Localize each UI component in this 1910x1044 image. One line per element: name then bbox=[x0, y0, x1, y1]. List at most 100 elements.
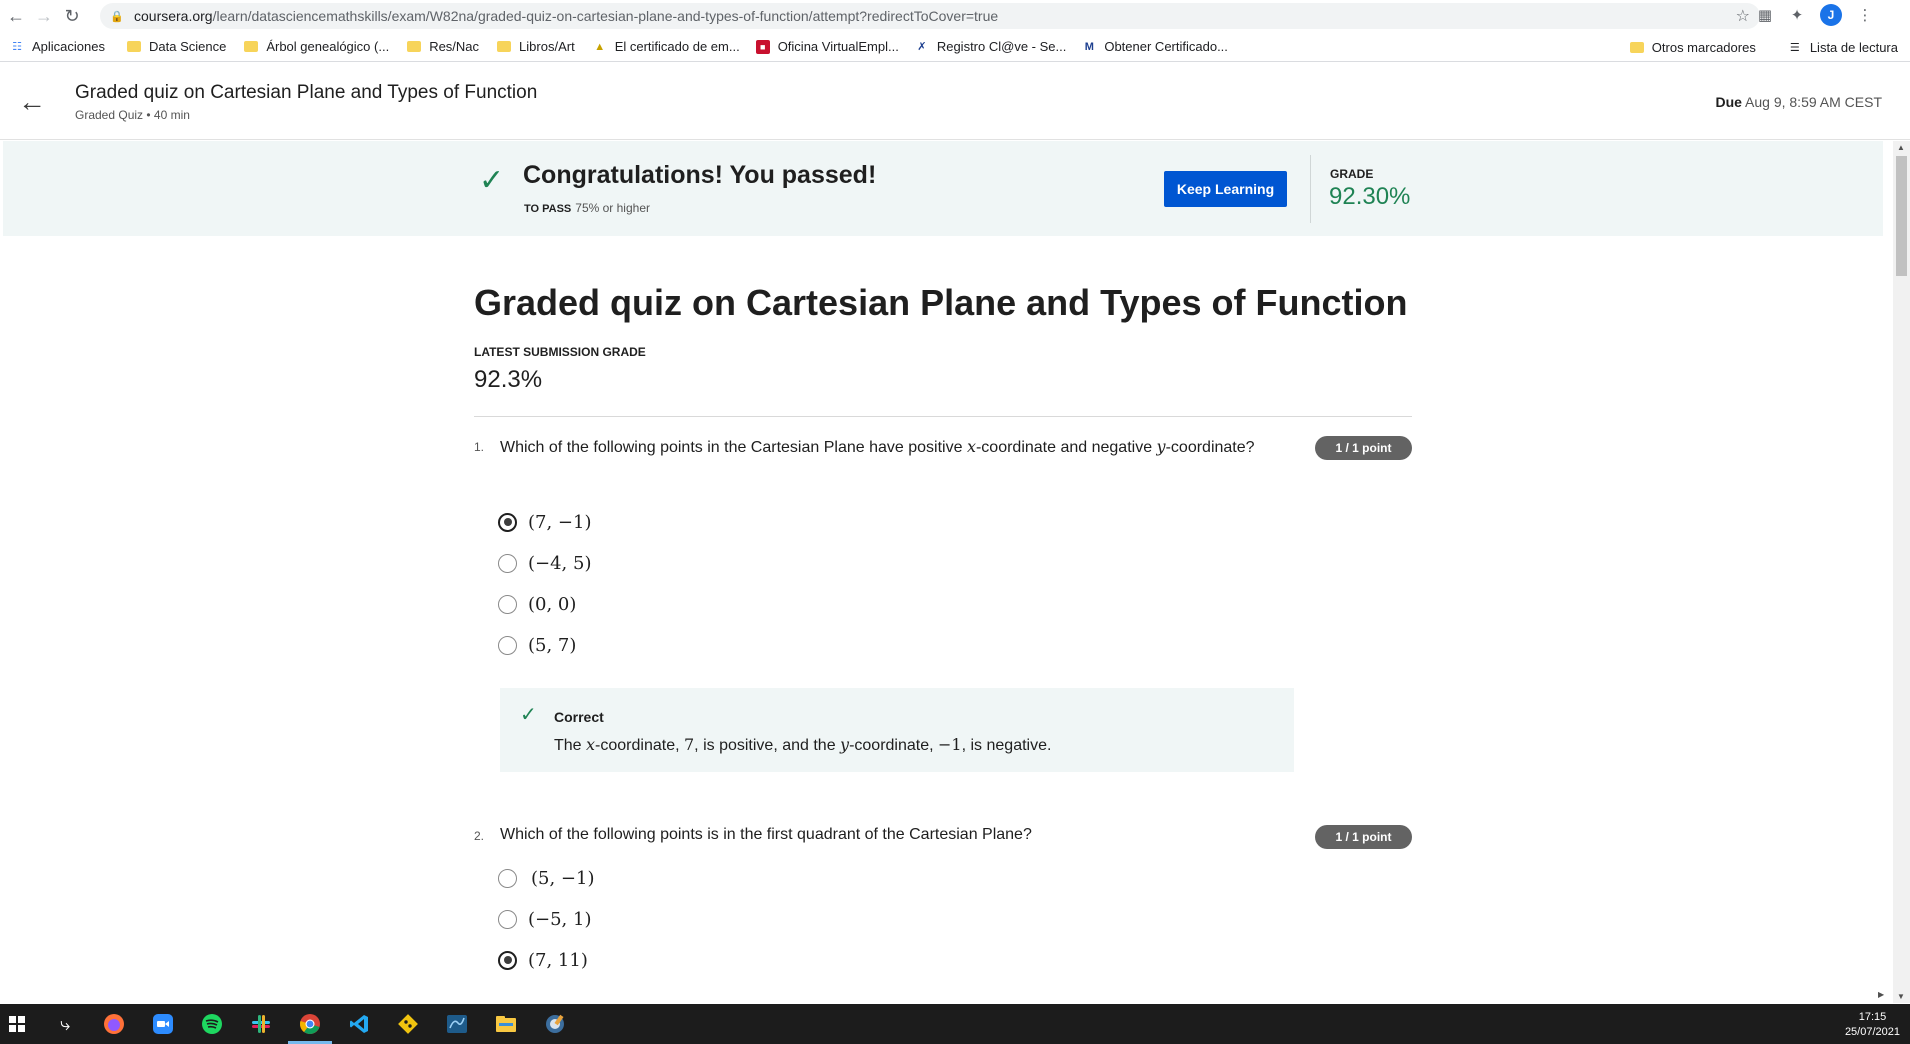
answer-option[interactable]: (−5, 1) bbox=[498, 907, 591, 931]
answer-option[interactable]: (5, −1) bbox=[498, 866, 594, 890]
option-label: (0, 0) bbox=[528, 593, 577, 615]
zoom-icon[interactable] bbox=[150, 1012, 176, 1036]
system-clock[interactable]: 17:15 25/07/2021 bbox=[1845, 1010, 1900, 1040]
site-favicon-icon: ■ bbox=[755, 39, 770, 54]
firefox-icon[interactable] bbox=[101, 1012, 127, 1036]
answer-option[interactable]: (7, −1) bbox=[498, 510, 591, 534]
answer-option[interactable]: (7, 11) bbox=[498, 948, 588, 972]
browser-toolbar: ← → ↻ 🔒 coursera.org/learn/datasciencema… bbox=[0, 0, 1910, 32]
bookmark-data-science[interactable]: Data Science bbox=[127, 39, 226, 54]
apps-grid-icon: ☷ bbox=[12, 41, 22, 53]
bookmark-arbol[interactable]: Árbol genealógico (... bbox=[244, 39, 389, 54]
pass-message: Congratulations! You passed! bbox=[523, 161, 877, 189]
bookmark-apps[interactable]: ☷ Aplicaciones bbox=[10, 39, 105, 54]
bookmark-obtener[interactable]: M Obtener Certificado... bbox=[1082, 39, 1228, 54]
scroll-up-icon[interactable]: ▲ bbox=[1897, 143, 1905, 152]
option-label: (5, −1) bbox=[531, 867, 595, 889]
divider bbox=[474, 416, 1412, 417]
due-date: Due Aug 9, 8:59 AM CEST bbox=[1715, 94, 1882, 110]
site-favicon-icon: ✗ bbox=[917, 41, 927, 53]
radio-button[interactable] bbox=[498, 868, 517, 888]
forward-icon[interactable]: → bbox=[32, 4, 56, 28]
bookmark-certificado[interactable]: ▲ El certificado de em... bbox=[593, 39, 739, 54]
profile-avatar[interactable]: J bbox=[1820, 4, 1842, 26]
vscode-icon[interactable] bbox=[346, 1012, 372, 1036]
quiz-header: ← Graded quiz on Cartesian Plane and Typ… bbox=[0, 62, 1910, 140]
scroll-right-icon[interactable]: ▶ bbox=[1878, 990, 1884, 999]
windows-start-icon[interactable] bbox=[4, 1012, 30, 1036]
back-icon[interactable]: ← bbox=[4, 4, 28, 28]
divider bbox=[1310, 155, 1311, 223]
radio-button[interactable] bbox=[498, 594, 517, 614]
radio-button-selected[interactable] bbox=[498, 512, 517, 532]
latest-grade-value: 92.3% bbox=[474, 366, 543, 393]
bookmark-otros[interactable]: Otros marcadores bbox=[1629, 40, 1756, 55]
checkmark-icon: ✓ bbox=[520, 704, 537, 726]
mysql-workbench-icon[interactable] bbox=[444, 1012, 470, 1036]
question-text: Which of the following points in the Car… bbox=[500, 437, 1255, 456]
site-favicon-icon: ▲ bbox=[594, 40, 606, 53]
file-explorer-icon[interactable] bbox=[493, 1012, 519, 1036]
radio-button[interactable] bbox=[498, 909, 517, 929]
feedback-box: ✓ Correct The x-coordinate, 7, is positi… bbox=[500, 688, 1294, 772]
taskbar: ⤷ 17:15 25/07/2021 bbox=[0, 1004, 1910, 1044]
grade-value: 92.30% bbox=[1329, 183, 1411, 210]
bookmark-res-nac[interactable]: Res/Nac bbox=[407, 39, 479, 54]
extensions-area: ▦ ✦ J ⋮ bbox=[1756, 4, 1874, 26]
site-favicon-icon: M bbox=[1084, 40, 1094, 53]
back-arrow-icon[interactable]: ← bbox=[18, 86, 46, 118]
question-number: 1. bbox=[474, 440, 485, 454]
bookmark-star-icon[interactable]: ☆ bbox=[1736, 6, 1750, 26]
answer-option[interactable]: (5, 7) bbox=[498, 633, 576, 657]
feedback-text: The x-coordinate, 7, is positive, and th… bbox=[554, 735, 1052, 754]
lightning-app-icon[interactable]: ⤷ bbox=[52, 1012, 78, 1036]
question-text: Which of the following points is in the … bbox=[500, 826, 1032, 843]
git-icon[interactable] bbox=[395, 1012, 421, 1036]
folder-icon bbox=[407, 41, 422, 52]
tab-search-icon[interactable]: ▦ bbox=[1756, 6, 1774, 24]
reload-icon[interactable]: ↻ bbox=[60, 4, 84, 28]
reading-list-icon: ☰ bbox=[1789, 41, 1800, 54]
reading-list[interactable]: ☰ Lista de lectura bbox=[1788, 40, 1898, 55]
folder-icon bbox=[497, 41, 512, 52]
clock-time: 17:15 bbox=[1858, 1011, 1887, 1023]
radio-button-selected[interactable] bbox=[498, 950, 517, 970]
grade-label: GRADE bbox=[1330, 167, 1374, 181]
header-title: Graded quiz on Cartesian Plane and Types… bbox=[75, 82, 538, 103]
spotify-icon[interactable] bbox=[199, 1012, 225, 1036]
points-badge: 1 / 1 point bbox=[1315, 825, 1412, 849]
folder-icon bbox=[1629, 41, 1644, 53]
clock-date: 25/07/2021 bbox=[1844, 1026, 1900, 1038]
puzzle-icon[interactable]: ✦ bbox=[1788, 6, 1806, 24]
radio-button[interactable] bbox=[498, 553, 517, 573]
checkmark-icon: ✓ bbox=[479, 164, 505, 197]
option-label: (5, 7) bbox=[528, 634, 577, 656]
bookmark-oficina[interactable]: ■ Oficina VirtualEmpl... bbox=[755, 39, 899, 54]
bookmark-libros[interactable]: Libros/Art bbox=[497, 39, 575, 54]
option-label: (7, −1) bbox=[528, 511, 592, 533]
keep-learning-button[interactable]: Keep Learning bbox=[1164, 171, 1287, 207]
slack-icon[interactable] bbox=[248, 1012, 274, 1036]
vertical-scrollbar[interactable]: ▲ ▼ bbox=[1893, 141, 1910, 1003]
option-label: (−4, 5) bbox=[528, 552, 592, 574]
address-bar[interactable]: 🔒 coursera.org/learn/datasciencemathskil… bbox=[100, 3, 1760, 29]
option-label: (7, 11) bbox=[528, 949, 588, 971]
bookmarks-right: Otros marcadores ☰ Lista de lectura bbox=[1620, 32, 1898, 62]
bookmark-clave[interactable]: ✗ Registro Cl@ve - Se... bbox=[915, 39, 1066, 54]
menu-kebab-icon[interactable]: ⋮ bbox=[1856, 6, 1874, 24]
header-subtitle: Graded Quiz • 40 min bbox=[75, 108, 190, 122]
tool-app-icon[interactable] bbox=[542, 1012, 568, 1036]
bookmarks-bar: ☷ Aplicaciones Data Science Árbol genealó… bbox=[0, 32, 1910, 62]
folder-icon bbox=[244, 41, 259, 52]
option-label: (−5, 1) bbox=[528, 908, 592, 930]
url-text[interactable]: coursera.org/learn/datasciencemathskills… bbox=[134, 8, 998, 24]
chrome-icon[interactable] bbox=[297, 1012, 323, 1036]
latest-grade-label: LATEST SUBMISSION GRADE bbox=[474, 345, 646, 359]
scroll-thumb[interactable] bbox=[1896, 156, 1907, 276]
answer-option[interactable]: (−4, 5) bbox=[498, 551, 591, 575]
points-badge: 1 / 1 point bbox=[1315, 436, 1412, 460]
scroll-down-icon[interactable]: ▼ bbox=[1897, 992, 1905, 1001]
answer-option[interactable]: (0, 0) bbox=[498, 592, 576, 616]
to-pass-info: TO PASS 75% or higher bbox=[524, 201, 650, 215]
radio-button[interactable] bbox=[498, 635, 517, 655]
